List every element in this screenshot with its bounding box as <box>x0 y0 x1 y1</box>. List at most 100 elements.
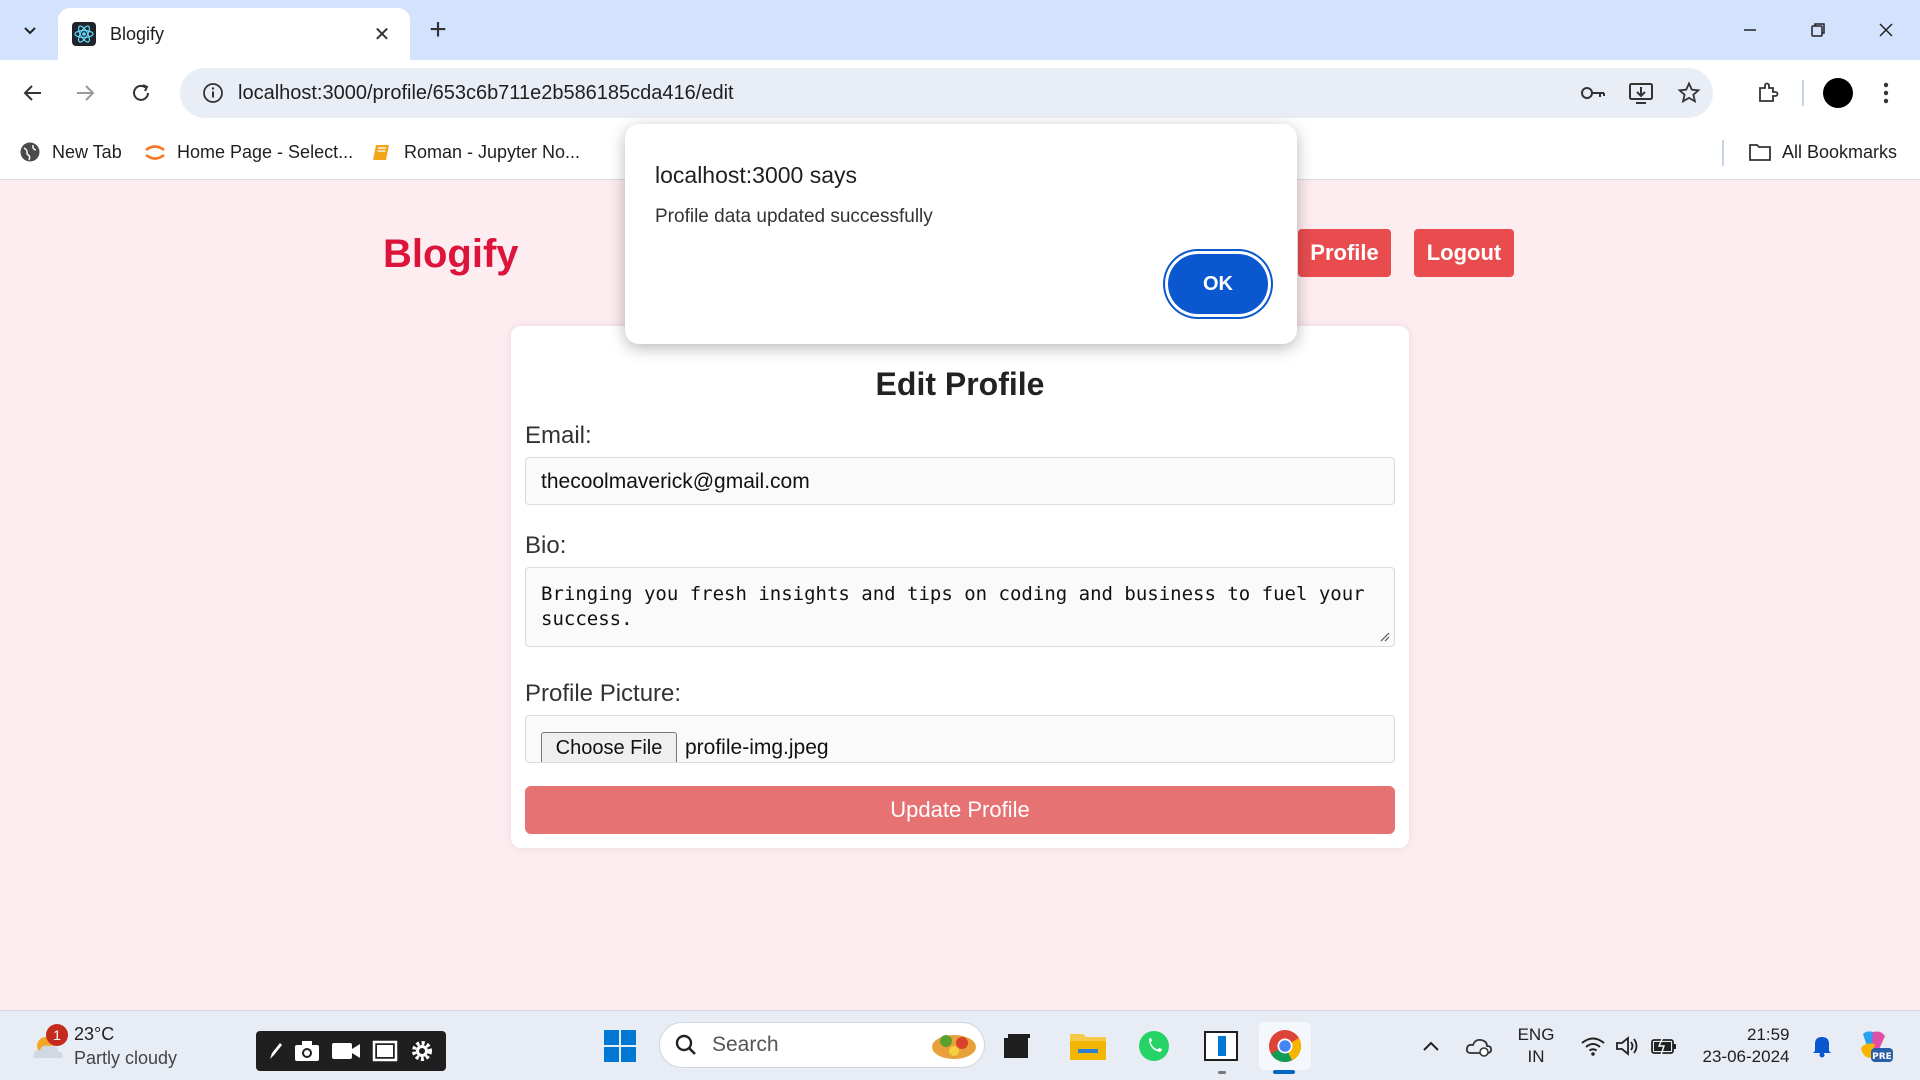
brand-logo[interactable]: Blogify <box>383 232 519 277</box>
bookmark-label: Roman - Jupyter No... <box>404 141 581 162</box>
whatsapp-icon <box>1139 1031 1169 1061</box>
search-highlight-icon <box>932 1035 976 1059</box>
choose-file-button[interactable]: Choose File <box>541 732 677 762</box>
jupyter-icon <box>143 140 167 164</box>
back-button[interactable] <box>13 73 53 113</box>
bio-textarea[interactable]: Bringing you fresh insights and tips on … <box>525 567 1395 647</box>
svg-text:PRE: PRE <box>1872 1052 1892 1062</box>
logout-button[interactable]: Logout <box>1414 229 1514 277</box>
whatsapp-button[interactable] <box>1128 1022 1180 1070</box>
alert-dialog: localhost:3000 says Profile data updated… <box>625 124 1297 344</box>
chevron-down-icon <box>24 27 36 35</box>
clock-date: 23-06-2024 <box>1702 1047 1790 1066</box>
app-window-icon <box>1204 1031 1238 1061</box>
start-button[interactable] <box>594 1022 646 1070</box>
profile-nav-button[interactable]: Profile <box>1298 229 1391 277</box>
chrome-button[interactable] <box>1259 1022 1311 1070</box>
bookmark-label: New Tab <box>52 141 122 162</box>
avatar <box>1823 78 1853 108</box>
page-title: Edit Profile <box>875 366 1045 402</box>
all-bookmarks[interactable]: All Bookmarks <box>1748 138 1897 166</box>
reload-icon <box>133 84 149 101</box>
wifi-icon[interactable] <box>1578 1021 1608 1071</box>
address-bar[interactable]: localhost:3000/profile/653c6b711e2b58618… <box>180 68 1713 118</box>
selected-file-name: profile-img.jpeg <box>685 736 829 759</box>
file-explorer-button[interactable] <box>1062 1022 1114 1070</box>
app-button[interactable] <box>1195 1022 1247 1070</box>
install-app-icon[interactable] <box>1617 69 1665 117</box>
profile-picture-label: Profile Picture: <box>525 680 682 707</box>
forward-button[interactable] <box>65 73 105 113</box>
camera-icon[interactable] <box>293 1039 321 1063</box>
battery-icon[interactable] <box>1648 1021 1680 1071</box>
minimize-icon[interactable] <box>1716 0 1784 60</box>
extensions-icon[interactable] <box>1744 69 1792 117</box>
resize-grip-icon[interactable] <box>1378 630 1390 642</box>
file-input[interactable]: Choose File profile-img.jpeg <box>525 715 1395 763</box>
chevron-up-icon <box>1423 1041 1439 1051</box>
dialog-message: Profile data updated successfully <box>655 206 933 227</box>
weather-temperature: 23°C <box>74 1024 115 1044</box>
update-profile-button[interactable]: Update Profile <box>525 786 1395 834</box>
settings-gear-icon[interactable] <box>408 1037 436 1065</box>
video-camera-icon[interactable] <box>330 1040 362 1062</box>
screen-icon[interactable] <box>371 1039 399 1063</box>
bookmark-roman[interactable]: Roman - Jupyter No... <box>370 138 580 166</box>
show-hidden-icons-button[interactable] <box>1416 1021 1446 1071</box>
onedrive-icon[interactable] <box>1463 1021 1495 1071</box>
pen-icon[interactable] <box>266 1039 284 1063</box>
profile-avatar[interactable] <box>1814 69 1862 117</box>
chrome-icon <box>1269 1030 1302 1063</box>
password-key-icon[interactable] <box>1569 69 1617 117</box>
bookmarks-separator <box>1722 140 1724 166</box>
task-view-icon <box>1004 1034 1030 1058</box>
chrome-active-indicator <box>1273 1070 1295 1074</box>
copilot-icon[interactable]: PRE <box>1852 1021 1896 1071</box>
edit-profile-card: Edit Profile Email: thecoolmaverick@gmai… <box>511 326 1409 848</box>
system-clock[interactable]: 21:59 23-06-2024 <box>1692 1021 1800 1071</box>
dialog-title: localhost:3000 says <box>655 162 858 188</box>
toolbar-separator <box>1802 80 1804 106</box>
weather-condition: Partly cloudy <box>74 1048 178 1068</box>
volume-icon[interactable] <box>1612 1021 1642 1071</box>
dialog-ok-button[interactable]: OK <box>1168 254 1268 314</box>
bio-label: Bio: <box>525 532 567 559</box>
notification-bell-icon[interactable] <box>1806 1021 1838 1071</box>
all-bookmarks-label: All Bookmarks <box>1782 141 1898 162</box>
bio-value: Bringing you fresh insights and tips on … <box>541 583 1365 630</box>
folder-icon <box>1070 1034 1106 1060</box>
restore-icon[interactable] <box>1784 0 1852 60</box>
clock-time: 21:59 <box>1746 1025 1790 1044</box>
site-info-icon[interactable] <box>188 82 238 104</box>
input-language[interactable]: ENG IN <box>1512 1021 1560 1071</box>
close-tab-icon[interactable]: ✕ <box>368 20 396 48</box>
language-code: ENG <box>1517 1025 1555 1044</box>
notebook-icon <box>370 140 394 164</box>
bookmark-home-page[interactable]: Home Page - Select... <box>143 138 353 166</box>
window-controls <box>1716 0 1920 60</box>
arrow-left-icon <box>23 85 41 101</box>
email-field[interactable]: thecoolmaverick@gmail.com <box>525 457 1395 505</box>
menu-kebab-icon[interactable] <box>1862 69 1910 117</box>
close-window-icon[interactable] <box>1852 0 1920 60</box>
email-label: Email: <box>525 422 592 449</box>
react-icon <box>72 22 96 46</box>
browser-toolbar: localhost:3000/profile/653c6b711e2b58618… <box>0 60 1920 126</box>
app-running-indicator <box>1218 1071 1226 1074</box>
reload-button[interactable] <box>121 73 161 113</box>
new-tab-button[interactable]: + <box>420 12 456 48</box>
search-placeholder: Search <box>712 1033 779 1056</box>
toolbar-right <box>1744 69 1920 117</box>
browser-tab[interactable]: Blogify ✕ <box>58 8 410 60</box>
bookmark-star-icon[interactable] <box>1665 69 1713 117</box>
task-view-button[interactable] <box>991 1022 1043 1070</box>
weather-notification-badge: 1 <box>46 1024 68 1046</box>
bookmark-new-tab[interactable]: New Tab <box>18 138 122 166</box>
tab-title: Blogify <box>110 23 165 44</box>
tab-search-button[interactable] <box>10 10 50 50</box>
search-icon <box>675 1034 696 1055</box>
taskbar-search-box[interactable]: Search <box>659 1022 985 1068</box>
weather-widget[interactable]: 1 23°C Partly cloudy <box>26 1019 177 1073</box>
email-value: thecoolmaverick@gmail.com <box>541 470 810 493</box>
language-region: IN <box>1527 1047 1545 1066</box>
